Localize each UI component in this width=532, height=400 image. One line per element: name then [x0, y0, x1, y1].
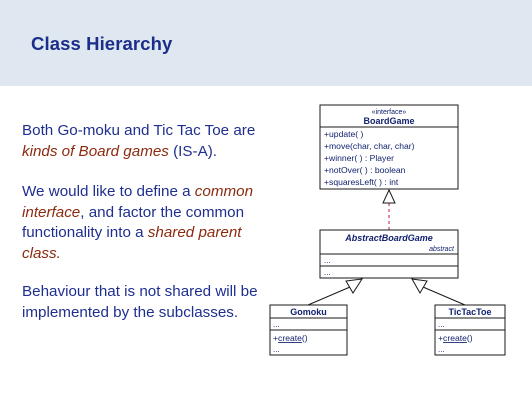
- generalization-arrow-gomoku: [307, 278, 363, 306]
- gomoku-create-method: +create(): [273, 333, 308, 343]
- abstractboardgame-methods: ...: [324, 268, 331, 277]
- boardgame-method: +update( ): [324, 129, 364, 139]
- gomoku-method-suffix: (): [302, 333, 308, 343]
- boardgame-interface-box: «interface» BoardGame +update( ) +move(c…: [319, 104, 459, 190]
- abstractboardgame-name: AbstractBoardGame: [344, 233, 433, 243]
- abstractboardgame-box: AbstractBoardGame abstract ... ...: [319, 229, 459, 279]
- uml-class-diagram: «interface» BoardGame +update( ) +move(c…: [269, 104, 506, 356]
- tictactoe-method-suffix: (): [467, 333, 473, 343]
- boardgame-method: +notOver( ) : boolean: [324, 165, 406, 175]
- tictactoe-attributes: ...: [438, 320, 445, 329]
- gomoku-name: Gomoku: [290, 307, 327, 317]
- gomoku-method-name: create: [278, 333, 302, 343]
- gomoku-more: ...: [273, 345, 280, 354]
- tictactoe-name: TicTacToe: [448, 307, 491, 317]
- tictactoe-method-name: create: [443, 333, 467, 343]
- boardgame-method: +squaresLeft( ) : int: [324, 177, 399, 187]
- boardgame-name: BoardGame: [363, 116, 414, 126]
- boardgame-method: +winner( ) : Player: [324, 153, 394, 163]
- boardgame-stereotype: «interface»: [372, 109, 407, 116]
- boardgame-method: +move(char, char, char): [324, 141, 415, 151]
- abstractboardgame-modifier: abstract: [429, 246, 455, 253]
- tictactoe-more: ...: [438, 345, 445, 354]
- gomoku-attributes: ...: [273, 320, 280, 329]
- generalization-arrow-tictactoe: [411, 278, 466, 306]
- tictactoe-box: TicTacToe ... +create() ...: [434, 304, 506, 356]
- abstractboardgame-attributes: ...: [324, 256, 331, 265]
- gomoku-box: Gomoku ... +create() ...: [269, 304, 348, 356]
- tictactoe-create-method: +create(): [438, 333, 473, 343]
- realization-arrow: [382, 188, 396, 230]
